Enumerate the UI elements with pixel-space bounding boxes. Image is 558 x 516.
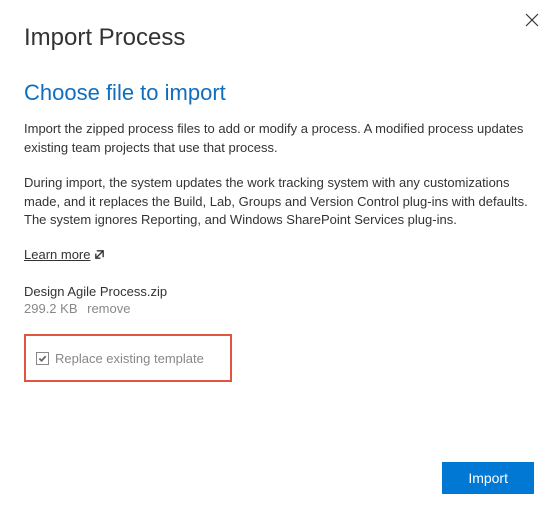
import-button[interactable]: Import [442, 462, 534, 494]
selected-file-name: Design Agile Process.zip [24, 284, 534, 299]
checkbox-label: Replace existing template [55, 351, 204, 366]
file-size: 299.2 KB [24, 301, 78, 316]
file-info-row: 299.2 KB remove [24, 301, 534, 316]
dialog-footer: Import [442, 462, 534, 494]
remove-file-link[interactable]: remove [87, 301, 130, 316]
learn-more-label: Learn more [24, 247, 90, 262]
highlight-annotation: Replace existing template [24, 334, 232, 382]
external-link-icon [94, 249, 105, 260]
close-icon[interactable] [524, 12, 540, 28]
intro-paragraph-2: During import, the system updates the wo… [24, 174, 534, 231]
checkbox-icon [36, 352, 49, 365]
learn-more-link[interactable]: Learn more [24, 247, 105, 262]
dialog-title: Import Process [24, 24, 534, 52]
intro-paragraph-1: Import the zipped process files to add o… [24, 120, 534, 158]
section-title: Choose file to import [24, 80, 534, 106]
replace-template-checkbox[interactable]: Replace existing template [36, 351, 204, 366]
